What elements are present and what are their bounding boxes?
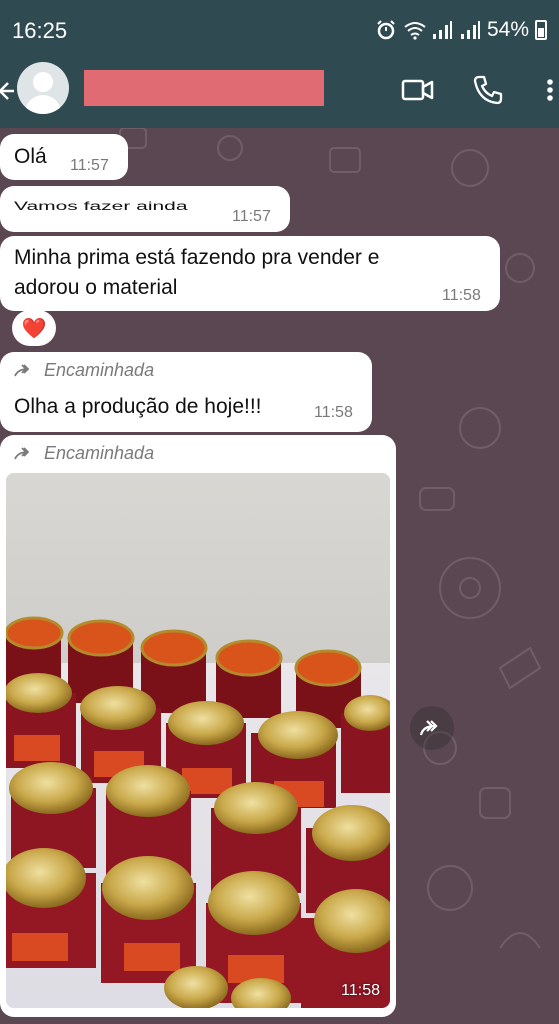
jars-illustration bbox=[6, 616, 390, 1008]
jam-jars-photo[interactable]: 11:58 bbox=[6, 473, 390, 1008]
signal-icon-2 bbox=[459, 20, 481, 40]
avatar[interactable] bbox=[17, 62, 69, 114]
contact-name-redacted[interactable] bbox=[84, 70, 324, 106]
status-bar: 16:25 54% bbox=[0, 0, 559, 58]
message-bubble[interactable]: Encaminhada Olha a produção de hoje!!! 1… bbox=[0, 352, 372, 432]
message-text: Vamos fazer ainda bbox=[14, 200, 188, 213]
heart-reaction-icon: ❤️ bbox=[21, 317, 47, 340]
message-bubble[interactable]: Minha prima está fazendo pra vender e ad… bbox=[0, 236, 500, 311]
message-text: Olá bbox=[14, 145, 47, 168]
message-bubble[interactable]: Vamos fazer ainda 11:57 bbox=[0, 186, 290, 232]
status-time: 16:25 bbox=[12, 18, 68, 43]
back-arrow-icon[interactable] bbox=[0, 76, 16, 106]
forwarded-label: Encaminhada bbox=[14, 360, 154, 381]
status-icons: 54% bbox=[375, 18, 547, 42]
message-bubble[interactable]: Olá 11:57 bbox=[0, 134, 128, 180]
battery-percent: 54% bbox=[486, 18, 529, 41]
forward-icon bbox=[14, 363, 30, 376]
forward-arrow-icon bbox=[419, 720, 438, 736]
forward-icon bbox=[14, 446, 30, 459]
battery-icon bbox=[535, 20, 547, 40]
message-time: 11:57 bbox=[70, 157, 109, 174]
more-icon[interactable] bbox=[535, 72, 559, 108]
reaction-chip[interactable]: ❤️ bbox=[12, 310, 56, 346]
forwarded-text: Encaminhada bbox=[44, 360, 155, 380]
message-time: 11:58 bbox=[314, 404, 353, 421]
signal-icon bbox=[431, 20, 453, 40]
forwarded-label: Encaminhada bbox=[14, 443, 154, 464]
video-call-icon[interactable] bbox=[400, 72, 436, 108]
forwarded-text: Encaminhada bbox=[44, 443, 155, 463]
chat-area[interactable]: Olá 11:57 Vamos fazer ainda 11:57 Minha … bbox=[0, 128, 559, 1024]
chat-header bbox=[0, 58, 559, 128]
message-time: 11:58 bbox=[442, 287, 481, 304]
phone-icon[interactable] bbox=[470, 72, 506, 108]
message-time: 11:57 bbox=[232, 208, 271, 225]
wifi-icon bbox=[403, 20, 426, 40]
message-text: Olha a produção de hoje!!! bbox=[14, 395, 262, 418]
message-text: Minha prima está fazendo pra vender e ad… bbox=[14, 246, 380, 299]
alarm-icon bbox=[375, 20, 397, 40]
forward-share-button[interactable] bbox=[410, 706, 454, 750]
message-time: 11:58 bbox=[341, 982, 380, 999]
